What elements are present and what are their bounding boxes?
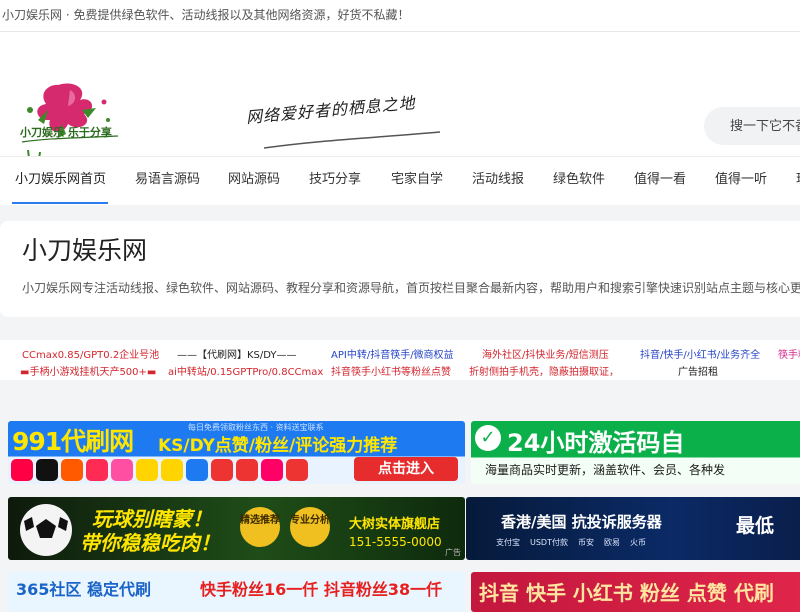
banner-title: 365社区 稳定代刷 bbox=[16, 580, 151, 599]
text-link[interactable]: ▬手柄小游戏挂机天产500+▬ bbox=[20, 363, 156, 378]
text-link[interactable]: ai中转站/0.15GPTPro/0.8CCmax bbox=[168, 363, 323, 378]
search-input[interactable] bbox=[704, 107, 800, 145]
app-icon bbox=[286, 459, 308, 481]
text-link[interactable]: 抖音/快手/小红书/业务齐全 bbox=[640, 346, 760, 361]
nav-item-more[interactable]: 玩 bbox=[796, 157, 800, 203]
app-icon bbox=[186, 459, 208, 481]
football-icon bbox=[20, 504, 72, 556]
enter-button[interactable]: 点击进入 bbox=[354, 457, 458, 481]
site-slogan: 网络爱好者的栖息之地 bbox=[245, 93, 417, 127]
usdt-label: USDT付款 bbox=[530, 538, 568, 547]
check-icon: ✓ bbox=[475, 425, 501, 451]
slogan-swoosh bbox=[263, 131, 441, 149]
nav-item-software[interactable]: 绿色软件 bbox=[553, 157, 605, 203]
text-link[interactable]: 海外社区/抖快业务/短信测压 bbox=[482, 346, 609, 361]
banner-title: 24小时激活码自 bbox=[507, 429, 685, 457]
kuaishou-icon bbox=[61, 459, 83, 481]
text-link[interactable]: ——【代刷网】KS/DY—— bbox=[177, 346, 297, 361]
shop-name: 大树实体旗舰店 bbox=[349, 517, 441, 532]
banner-offer: 快手粉丝16一仟 抖音粉丝38一仟 bbox=[200, 580, 443, 599]
app-icon bbox=[236, 459, 258, 481]
qq-icon bbox=[161, 459, 183, 481]
okx-label: 欧易 bbox=[603, 538, 620, 547]
nav-active-indicator bbox=[12, 202, 108, 204]
main-nav: 小刀娱乐网首页 易语言源码 网站源码 技巧分享 宅家自学 活动线报 绿色软件 值… bbox=[0, 156, 800, 205]
text-link[interactable]: 抖音筷手小红书等粉丝点赞 bbox=[331, 363, 451, 378]
weibo-icon bbox=[136, 459, 158, 481]
intro-card: 小刀娱乐网 小刀娱乐网专注活动线报、绿色软件、网站源码、教程分享和资源导航，首页… bbox=[0, 221, 800, 317]
badge-analysis: 专业分析 bbox=[290, 507, 330, 547]
bilibili-icon bbox=[111, 459, 133, 481]
ad-label: 广告 bbox=[445, 548, 461, 557]
text-link[interactable]: API中转/抖音筷手/微商权益 bbox=[331, 346, 454, 361]
top-announcement: 小刀娱乐网 · 免费提供绿色软件、活动线报以及其他网络资源，好货不私藏！ bbox=[0, 0, 800, 32]
banner-social-boost[interactable]: 抖音 快手 小红书 粉丝 点赞 代刷 bbox=[471, 572, 800, 612]
alipay-label: 支付宝 bbox=[496, 538, 520, 547]
banner-football[interactable]: 玩球别瞎蒙！ 带你稳稳吃肉！ 精选推荐 专业分析 大树实体旗舰店 151-555… bbox=[8, 497, 465, 560]
banner-subtitle: 海量商品实时更新，涵盖软件、会员、各种发 bbox=[485, 463, 726, 477]
banner-subtitle: 带你稳稳吃肉！ bbox=[80, 531, 220, 555]
huobi-label: 火币 bbox=[629, 538, 646, 547]
app-icons bbox=[11, 459, 308, 481]
banner-991[interactable]: 991代刷网 每日免费领取粉丝东西 · 资料送宝联系 KS/DY点赞/粉丝/评论… bbox=[8, 421, 465, 484]
tiktok-icon bbox=[36, 459, 58, 481]
banner-title: 香港/美国 抗投诉服务器 bbox=[501, 513, 662, 531]
page-description: 小刀娱乐网专注活动线报、绿色软件、网站源码、教程分享和资源导航，首页按栏目聚合最… bbox=[22, 281, 800, 295]
nav-item-web-source[interactable]: 网站源码 bbox=[228, 157, 280, 203]
site-header: 小刀娱乐 乐于分享 网络爱好者的栖息之地 bbox=[0, 32, 800, 167]
nav-item-self-study[interactable]: 宅家自学 bbox=[391, 157, 443, 203]
nav-item-worth-seeing[interactable]: 值得一看 bbox=[634, 157, 686, 203]
banner-365[interactable]: 365社区 稳定代刷 快手粉丝16一仟 抖音粉丝38一仟 bbox=[8, 572, 465, 612]
binance-label: 币安 bbox=[577, 538, 594, 547]
badge-recommend: 精选推荐 bbox=[240, 507, 280, 547]
nav-item-worth-hearing[interactable]: 值得一听 bbox=[715, 157, 767, 203]
text-link[interactable]: 广告招租 bbox=[678, 363, 718, 378]
xiaohongshu-icon bbox=[86, 459, 108, 481]
app-icon bbox=[261, 459, 283, 481]
banner-title: 991代刷网 bbox=[12, 427, 134, 456]
banner-24h-codes[interactable]: ✓ 24小时激活码自 海量商品实时更新，涵盖软件、会员、各种发 bbox=[471, 421, 800, 484]
banner-title: 抖音 快手 小红书 粉丝 点赞 代刷 bbox=[479, 581, 774, 605]
page-title: 小刀娱乐网 bbox=[22, 236, 148, 265]
nav-item-home[interactable]: 小刀娱乐网首页 bbox=[15, 157, 106, 203]
app-icon bbox=[11, 459, 33, 481]
text-ad-links: CCmax0.85/GPT0.2企业号池 ——【代刷网】KS/DY—— API中… bbox=[0, 340, 800, 380]
banner-server[interactable]: 香港/美国 抗投诉服务器 最低 支付宝 USDT付款 币安 欧易 火币 bbox=[466, 497, 800, 560]
banner-subtitle: KS/DY点赞/粉丝/评论强力推荐 bbox=[158, 436, 398, 456]
nav-item-yiyuyan[interactable]: 易语言源码 bbox=[135, 157, 200, 203]
nav-item-deals[interactable]: 活动线报 bbox=[472, 157, 524, 203]
text-link[interactable]: CCmax0.85/GPT0.2企业号池 bbox=[22, 346, 159, 361]
nav-item-tips[interactable]: 技巧分享 bbox=[309, 157, 361, 203]
payment-methods: 支付宝 USDT付款 币安 欧易 火币 bbox=[496, 537, 646, 548]
text-link[interactable]: 筷手粉 bbox=[778, 346, 800, 361]
text-link[interactable]: 折射侧拍手机壳，隐蔽拍摄取证， bbox=[469, 363, 619, 378]
toutiao-icon bbox=[211, 459, 233, 481]
banner-price: 最低 bbox=[736, 515, 775, 537]
shop-phone: 151-5555-0000 bbox=[349, 535, 442, 549]
